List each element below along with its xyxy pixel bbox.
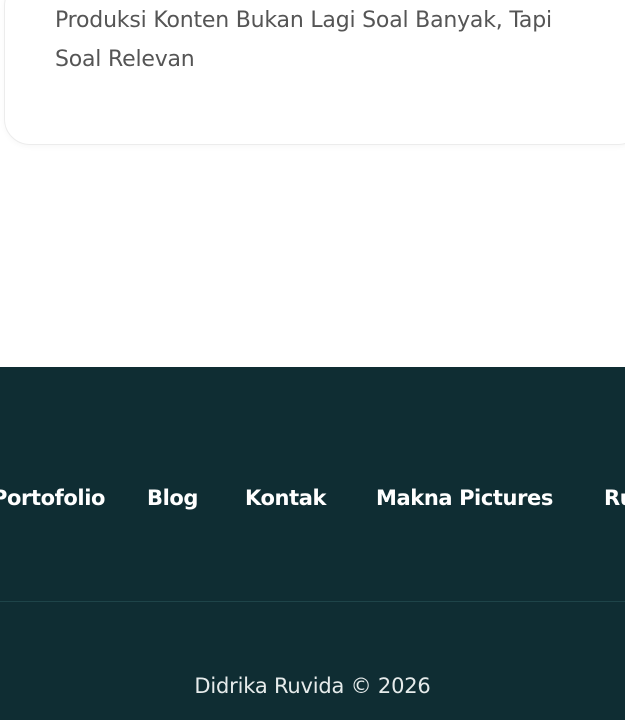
footer-copyright: Didrika Ruvida © 2026	[194, 674, 431, 698]
footer-link-portofolio[interactable]: Portofolio	[0, 483, 105, 513]
site-footer: Portofolio Blog Kontak Makna Pictures Ru…	[0, 367, 625, 720]
footer-link-blog[interactable]: Blog	[147, 483, 198, 513]
article-card[interactable]: Produksi Konten Bukan Lagi Soal Banyak, …	[4, 0, 625, 145]
footer-divider	[0, 601, 625, 602]
footer-link-kontak[interactable]: Kontak	[245, 483, 326, 513]
footer-link-makna-pictures[interactable]: Makna Pictures	[376, 483, 553, 513]
article-card-title[interactable]: Produksi Konten Bukan Lagi Soal Banyak, …	[55, 1, 600, 79]
footer-link-ruvida[interactable]: Ru	[604, 483, 625, 513]
